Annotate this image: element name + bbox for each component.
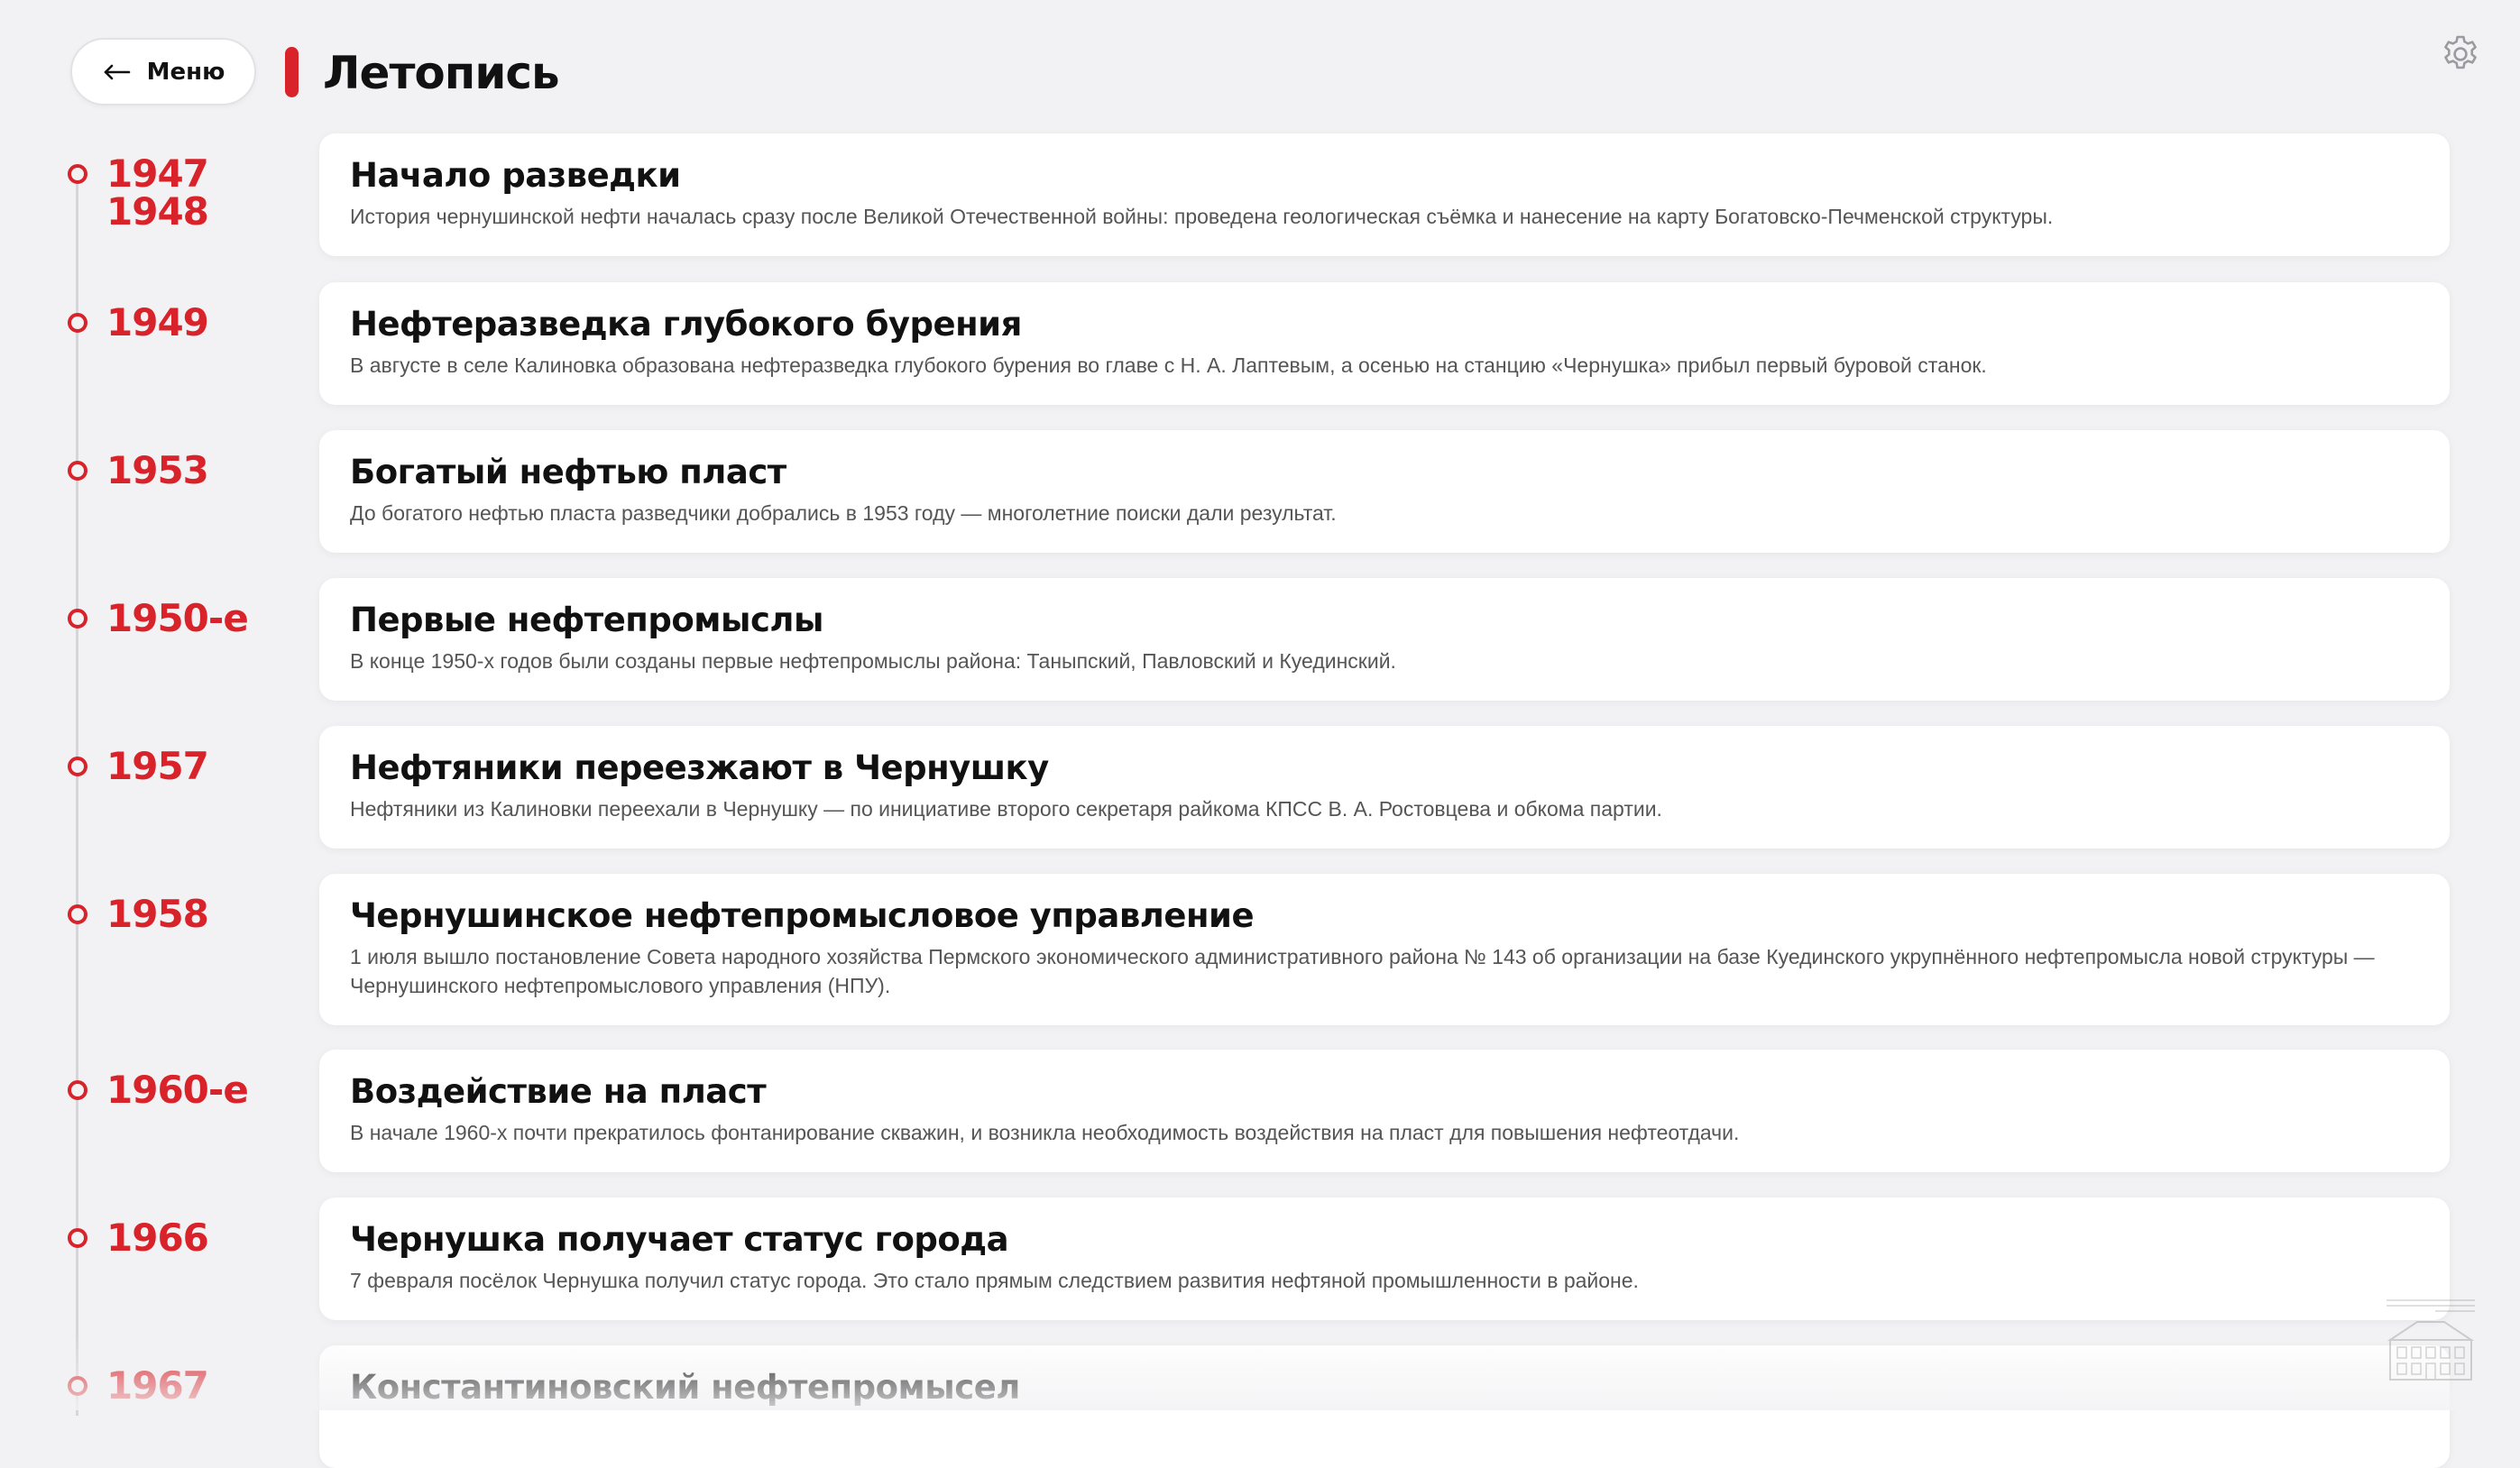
event-description: История чернушинской нефти началась сраз… bbox=[350, 205, 2054, 228]
event-title: Нефтеразведка глубокого бурения bbox=[350, 305, 1022, 344]
timeline-event-card[interactable]: Нефтеразведка глубокого бурения В августе… bbox=[319, 282, 2450, 405]
timeline-event-card[interactable]: Первые нефтепромыслы В конце 1950-х годов… bbox=[319, 578, 2450, 701]
event-title: Нефтяники переезжают в Чернушку bbox=[350, 748, 1049, 787]
timeline-year-line: 1960-е bbox=[106, 1068, 249, 1112]
timeline-event-card[interactable]: Чернушинское нефтепромысловое управление… bbox=[319, 874, 2450, 1025]
timeline-event-card[interactable]: Начало разведки История чернушинской нефт… bbox=[319, 133, 2450, 256]
timeline-year: 1953 bbox=[106, 448, 209, 492]
event-title: Константиновский нефтепромысел bbox=[350, 1368, 1020, 1407]
arrow-left-icon bbox=[104, 64, 130, 79]
event-description: 7 февраля посёлок Чернушка получил стату… bbox=[350, 1269, 1639, 1292]
timeline-event-card[interactable]: Богатый нефтью пласт До богатого нефтью п… bbox=[319, 430, 2450, 553]
event-description: В начале 1960-х почти прекратилось фонта… bbox=[350, 1121, 1740, 1144]
timeline-dot bbox=[68, 164, 87, 184]
timeline-dot bbox=[68, 904, 87, 924]
event-description: В конце 1950-х годов были созданы первые… bbox=[350, 649, 1396, 673]
timeline-dot bbox=[68, 1080, 87, 1100]
timeline-event-card[interactable]: Константиновский нефтепромысел bbox=[319, 1345, 2450, 1468]
event-description: 1 июля вышло постановление Совета народн… bbox=[350, 945, 2375, 997]
menu-back-button[interactable]: Меню bbox=[70, 38, 256, 106]
event-title: Первые нефтепромыслы bbox=[350, 601, 823, 639]
header: Меню Летопись bbox=[0, 0, 2520, 135]
gear-icon[interactable] bbox=[2439, 32, 2482, 76]
event-title: Воздействие на пласт bbox=[350, 1072, 767, 1111]
event-title: Богатый нефтью пласт bbox=[350, 453, 786, 491]
timeline-dot bbox=[68, 461, 87, 481]
timeline-year: 1958 bbox=[106, 892, 209, 936]
event-title: Начало разведки bbox=[350, 156, 681, 195]
event-description: Нефтяники из Калиновки переехали в Черну… bbox=[350, 797, 1662, 821]
timeline-year-line: 1958 bbox=[106, 892, 209, 936]
timeline-year: 1967 bbox=[106, 1363, 209, 1408]
timeline-year: 1966 bbox=[106, 1216, 209, 1260]
timeline-year-line: 1948 bbox=[106, 189, 209, 234]
timeline-year: 1960-е bbox=[106, 1068, 249, 1112]
timeline-year: 1949 bbox=[106, 300, 209, 344]
timeline-event-card[interactable]: Воздействие на пласт В начале 1960-х почт… bbox=[319, 1050, 2450, 1172]
timeline-year: 1947 1948 bbox=[106, 151, 209, 234]
event-description: В августе в селе Калиновка образована не… bbox=[350, 353, 1987, 377]
timeline-year-line: 1953 bbox=[106, 448, 209, 492]
page-title: Летопись bbox=[323, 47, 560, 99]
timeline-dot bbox=[68, 313, 87, 333]
title-accent-bar bbox=[285, 47, 299, 97]
museum-building-icon bbox=[2387, 1299, 2475, 1381]
timeline-year-line: 1947 bbox=[106, 151, 209, 196]
menu-back-label: Меню bbox=[146, 58, 225, 86]
timeline-dot bbox=[68, 1228, 87, 1248]
event-title: Чернушинское нефтепромысловое управление bbox=[350, 896, 1255, 935]
timeline-year-line: 1950-е bbox=[106, 596, 249, 640]
timeline-dot bbox=[68, 609, 87, 628]
timeline-year: 1957 bbox=[106, 744, 209, 788]
timeline-year-line: 1966 bbox=[106, 1216, 209, 1260]
timeline-dot bbox=[68, 757, 87, 776]
timeline-year-line: 1967 bbox=[106, 1363, 209, 1408]
timeline-event-card[interactable]: Нефтяники переезжают в Чернушку Нефтяники… bbox=[319, 726, 2450, 849]
timeline-dot bbox=[68, 1376, 87, 1396]
event-description: До богатого нефтью пласта разведчики доб… bbox=[350, 501, 1337, 525]
timeline-year: 1950-е bbox=[106, 596, 249, 640]
timeline-year-line: 1957 bbox=[106, 744, 209, 788]
timeline-event-card[interactable]: Чернушка получает статус города 7 февраля… bbox=[319, 1197, 2450, 1320]
timeline-year-line: 1949 bbox=[106, 300, 209, 344]
event-title: Чернушка получает статус города bbox=[350, 1220, 1009, 1259]
